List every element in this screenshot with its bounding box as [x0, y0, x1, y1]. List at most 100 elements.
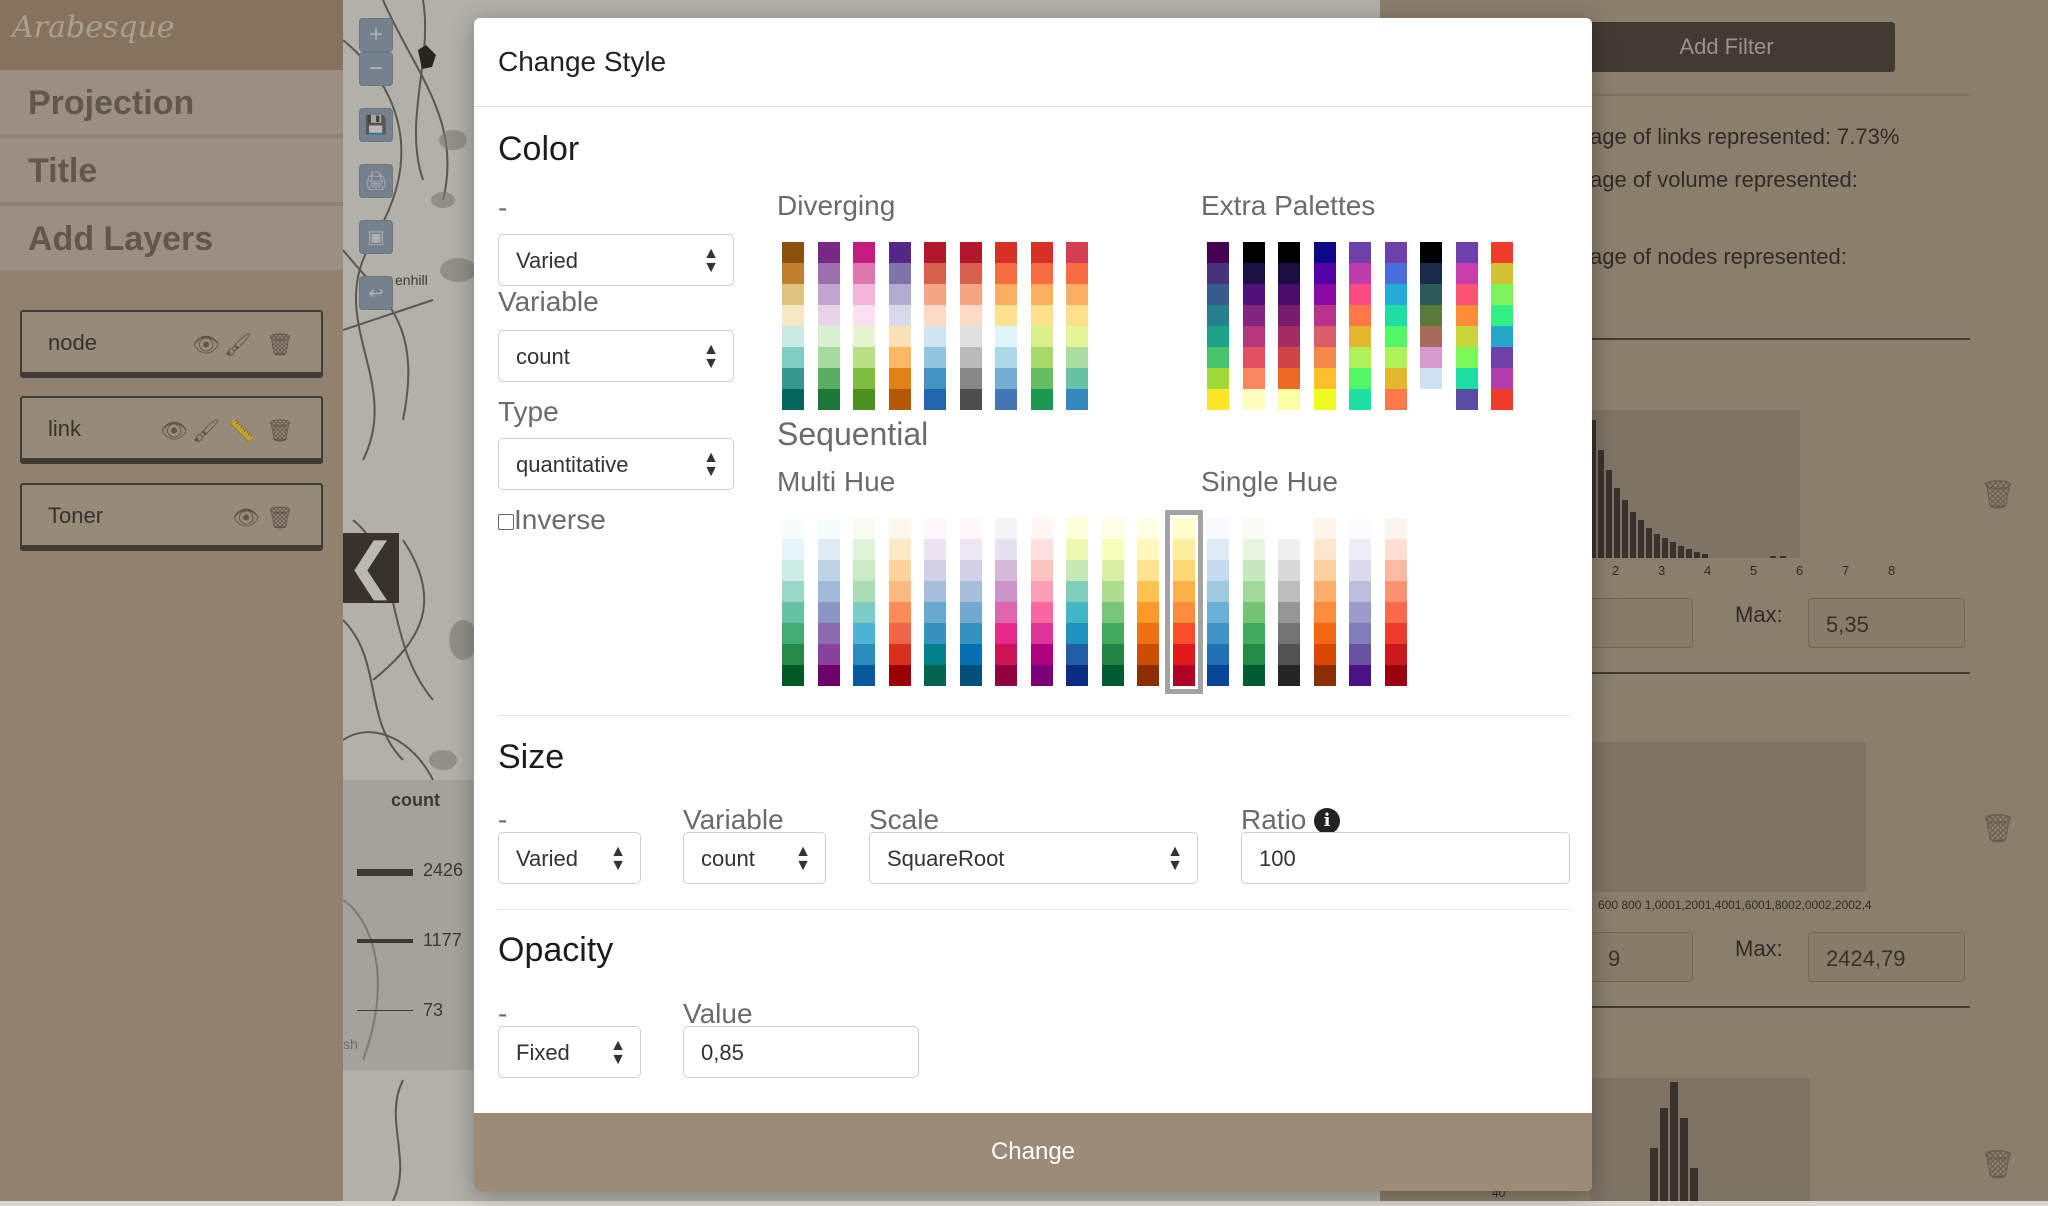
single-hue-palette-5[interactable] — [1349, 518, 1371, 686]
color-variable-select[interactable]: count ▲ ▼ — [498, 330, 734, 382]
single-hue-palette-2[interactable] — [1242, 518, 1265, 686]
diverging-palette-6[interactable] — [959, 242, 982, 410]
palette-swatch — [782, 539, 804, 560]
palette-swatch — [853, 623, 875, 644]
palette-swatch — [1420, 389, 1442, 410]
extra-palette-4[interactable] — [1313, 242, 1336, 410]
palette-swatch — [1349, 347, 1371, 368]
palette-swatch — [1384, 389, 1407, 410]
inverse-checkbox[interactable] — [498, 514, 514, 530]
palette-swatch — [1242, 665, 1265, 686]
single-hue-palette-3[interactable] — [1278, 518, 1300, 686]
single-hue-palette-1[interactable] — [1207, 518, 1229, 686]
multi-hue-palette-9[interactable] — [1066, 518, 1088, 686]
size-scale-select[interactable]: SquareRoot ▲ ▼ — [869, 832, 1198, 884]
palette-swatch — [1030, 539, 1053, 560]
divider — [498, 909, 1570, 910]
modal-title: Change Style — [498, 46, 667, 77]
palette-swatch — [1349, 665, 1371, 686]
palette-swatch — [959, 242, 982, 263]
diverging-palette-9[interactable] — [1066, 242, 1088, 410]
palette-swatch — [782, 242, 804, 263]
opacity-mode-select[interactable]: Fixed ▲ ▼ — [498, 1026, 641, 1078]
single-hue-palette-6[interactable] — [1384, 518, 1407, 686]
single-hue-palette-4[interactable] — [1313, 518, 1336, 686]
extra-palette-2[interactable] — [1242, 242, 1265, 410]
palette-swatch — [853, 644, 875, 665]
palette-swatch — [1030, 602, 1053, 623]
palette-swatch — [995, 326, 1017, 347]
multi-hue-palette-1[interactable] — [782, 518, 804, 686]
diverging-palette-8[interactable] — [1030, 242, 1053, 410]
diverging-palette-5[interactable] — [924, 242, 946, 410]
palette-swatch — [817, 242, 840, 263]
palette-swatch — [1491, 368, 1513, 389]
extra-palette-3[interactable] — [1278, 242, 1300, 410]
palette-swatch — [1172, 560, 1195, 581]
multi-hue-palette-12[interactable] — [1164, 510, 1203, 694]
diverging-palette-1[interactable] — [782, 242, 804, 410]
extra-palette-5[interactable] — [1349, 242, 1371, 410]
palette-swatch — [1278, 602, 1300, 623]
diverging-palette-3[interactable] — [853, 242, 875, 410]
palette-swatch — [1066, 644, 1088, 665]
diverging-palette-4[interactable] — [888, 242, 911, 410]
palette-swatch — [1384, 284, 1407, 305]
palette-swatch — [1313, 389, 1336, 410]
palette-swatch — [1313, 644, 1336, 665]
inverse-label: Inverse — [514, 504, 606, 535]
extra-palette-6[interactable] — [1384, 242, 1407, 410]
palette-swatch — [1066, 560, 1088, 581]
palette-swatch — [1066, 263, 1088, 284]
diverging-palette-7[interactable] — [995, 242, 1017, 410]
multi-hue-palette-4[interactable] — [888, 518, 911, 686]
palette-swatch — [1066, 326, 1088, 347]
palette-swatch — [853, 263, 875, 284]
palette-swatch — [959, 539, 982, 560]
palette-swatch — [1384, 263, 1407, 284]
palette-swatch — [853, 581, 875, 602]
multi-hue-palette-7[interactable] — [995, 518, 1017, 686]
size-variable-select[interactable]: count ▲ ▼ — [683, 832, 826, 884]
palette-swatch — [1030, 347, 1053, 368]
palette-swatch — [1242, 263, 1265, 284]
opacity-value-input[interactable]: 0,85 — [683, 1026, 919, 1078]
extra-palette-7[interactable] — [1420, 242, 1442, 410]
palette-swatch — [1242, 560, 1265, 581]
palette-swatch — [817, 560, 840, 581]
palette-swatch — [1172, 539, 1195, 560]
palette-swatch — [995, 665, 1017, 686]
palette-swatch — [924, 263, 946, 284]
info-icon[interactable]: i — [1314, 808, 1340, 834]
multi-hue-palette-3[interactable] — [853, 518, 875, 686]
extra-palette-1[interactable] — [1207, 242, 1229, 410]
palette-swatch — [782, 389, 804, 410]
size-mode-select[interactable]: Varied ▲ ▼ — [498, 832, 641, 884]
select-arrows-icon: ▲ ▼ — [703, 245, 719, 276]
color-mode-select[interactable]: Varied ▲ ▼ — [498, 234, 734, 286]
palette-swatch — [782, 644, 804, 665]
change-button[interactable]: Change — [474, 1113, 1592, 1191]
palette-swatch — [1313, 368, 1336, 389]
palette-swatch — [995, 389, 1017, 410]
multi-hue-palette-11[interactable] — [1137, 518, 1159, 686]
diverging-palette-2[interactable] — [817, 242, 840, 410]
extra-palette-9[interactable] — [1491, 242, 1513, 410]
palette-swatch — [1137, 539, 1159, 560]
palette-swatch — [1278, 539, 1300, 560]
multi-hue-palette-8[interactable] — [1030, 518, 1053, 686]
palette-swatch — [1242, 242, 1265, 263]
multi-hue-palette-10[interactable] — [1101, 518, 1124, 686]
multi-hue-palette-6[interactable] — [959, 518, 982, 686]
palette-swatch — [782, 284, 804, 305]
palette-swatch — [1030, 368, 1053, 389]
palette-swatch — [1384, 644, 1407, 665]
color-type-select[interactable]: quantitative ▲ ▼ — [498, 438, 734, 490]
multi-hue-palette-5[interactable] — [924, 518, 946, 686]
palette-swatch — [959, 644, 982, 665]
multi-hue-palette-2[interactable] — [817, 518, 840, 686]
extra-palette-8[interactable] — [1455, 242, 1478, 410]
section-title-opacity: Opacity — [498, 931, 614, 969]
select-value: Varied — [516, 248, 578, 273]
size-ratio-input[interactable]: 100 — [1241, 832, 1570, 884]
